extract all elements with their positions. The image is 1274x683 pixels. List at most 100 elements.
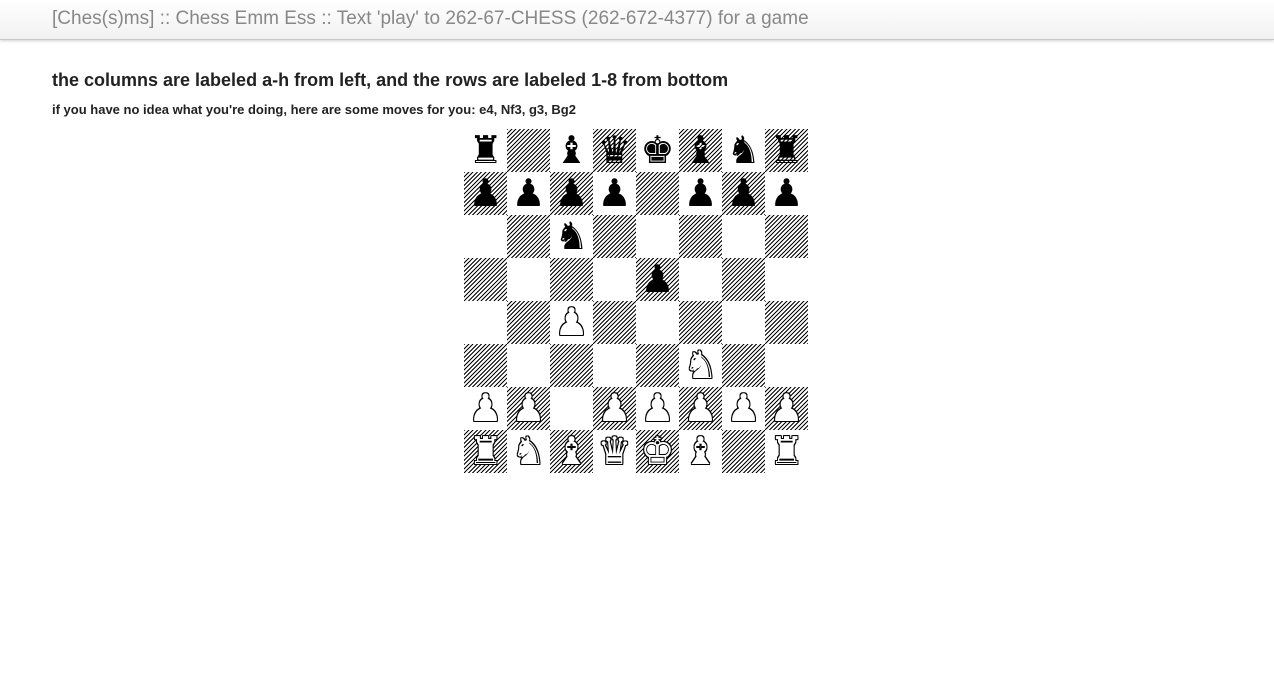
white-pawn-icon[interactable]: ♟ [593,387,636,430]
square-a8[interactable]: ♜ [464,129,507,172]
black-bishop-icon[interactable]: ♝ [679,129,722,172]
square-b4[interactable] [507,301,550,344]
square-g6[interactable] [722,215,765,258]
square-b1[interactable]: ♞ [507,430,550,473]
chess-board[interactable]: ♜ ♝ ♛ ♚ ♝ ♞ ♜ ♟ ♟ ♟ ♟ ♟ ♟ ♟ ♞ ♟ ♟ ♞ ♟ ♟ ♟ ♟ ♟ ♟ ♟ ♜ ♞ ♝ ♛ ♚ ♝ ♜ [464,129,808,473]
square-f1[interactable]: ♝ [679,430,722,473]
white-rook-icon[interactable]: ♜ [464,430,507,473]
white-knight-icon[interactable]: ♞ [679,344,722,387]
square-b8[interactable] [507,129,550,172]
white-bishop-icon[interactable]: ♝ [550,430,593,473]
white-bishop-icon[interactable]: ♝ [679,430,722,473]
square-f5[interactable] [679,258,722,301]
square-f3[interactable]: ♞ [679,344,722,387]
square-e8[interactable]: ♚ [636,129,679,172]
square-h8[interactable]: ♜ [765,129,808,172]
square-a6[interactable] [464,215,507,258]
square-c8[interactable]: ♝ [550,129,593,172]
square-a7[interactable]: ♟ [464,172,507,215]
white-king-icon[interactable]: ♚ [636,430,679,473]
black-pawn-icon[interactable]: ♟ [593,172,636,215]
square-b2[interactable]: ♟ [507,387,550,430]
square-e3[interactable] [636,344,679,387]
square-f4[interactable] [679,301,722,344]
square-e4[interactable] [636,301,679,344]
black-pawn-icon[interactable]: ♟ [636,258,679,301]
black-queen-icon[interactable]: ♛ [593,129,636,172]
square-g5[interactable] [722,258,765,301]
square-b6[interactable] [507,215,550,258]
black-pawn-icon[interactable]: ♟ [722,172,765,215]
square-h3[interactable] [765,344,808,387]
site-title[interactable]: [Ches(s)ms] :: Chess Emm Ess :: Text 'pl… [52,8,809,30]
white-pawn-icon[interactable]: ♟ [507,387,550,430]
square-c7[interactable]: ♟ [550,172,593,215]
black-rook-icon[interactable]: ♜ [765,129,808,172]
black-knight-icon[interactable]: ♞ [550,215,593,258]
white-pawn-icon[interactable]: ♟ [464,387,507,430]
black-knight-icon[interactable]: ♞ [722,129,765,172]
square-c5[interactable] [550,258,593,301]
square-b3[interactable] [507,344,550,387]
white-pawn-icon[interactable]: ♟ [765,387,808,430]
square-a2[interactable]: ♟ [464,387,507,430]
square-d3[interactable] [593,344,636,387]
square-c6[interactable]: ♞ [550,215,593,258]
square-d2[interactable]: ♟ [593,387,636,430]
square-f7[interactable]: ♟ [679,172,722,215]
square-e1[interactable]: ♚ [636,430,679,473]
square-e5[interactable]: ♟ [636,258,679,301]
black-bishop-icon[interactable]: ♝ [550,129,593,172]
square-d4[interactable] [593,301,636,344]
black-pawn-icon[interactable]: ♟ [679,172,722,215]
top-bar: [Ches(s)ms] :: Chess Emm Ess :: Text 'pl… [0,0,1274,40]
black-rook-icon[interactable]: ♜ [464,129,507,172]
square-d5[interactable] [593,258,636,301]
square-d1[interactable]: ♛ [593,430,636,473]
square-d6[interactable] [593,215,636,258]
white-pawn-icon[interactable]: ♟ [722,387,765,430]
square-c3[interactable] [550,344,593,387]
black-pawn-icon[interactable]: ♟ [765,172,808,215]
square-f6[interactable] [679,215,722,258]
square-e2[interactable]: ♟ [636,387,679,430]
white-pawn-icon[interactable]: ♟ [679,387,722,430]
square-a5[interactable] [464,258,507,301]
square-a4[interactable] [464,301,507,344]
square-g2[interactable]: ♟ [722,387,765,430]
white-rook-icon[interactable]: ♜ [765,430,808,473]
square-a3[interactable] [464,344,507,387]
square-c2[interactable] [550,387,593,430]
square-g8[interactable]: ♞ [722,129,765,172]
square-b5[interactable] [507,258,550,301]
square-g7[interactable]: ♟ [722,172,765,215]
square-h7[interactable]: ♟ [765,172,808,215]
black-pawn-icon[interactable]: ♟ [464,172,507,215]
square-h6[interactable] [765,215,808,258]
square-f2[interactable]: ♟ [679,387,722,430]
square-g3[interactable] [722,344,765,387]
white-queen-icon[interactable]: ♛ [593,430,636,473]
suggested-moves-hint: if you have no idea what you're doing, h… [52,102,576,117]
black-king-icon[interactable]: ♚ [636,129,679,172]
square-a1[interactable]: ♜ [464,430,507,473]
square-g1[interactable] [722,430,765,473]
square-d7[interactable]: ♟ [593,172,636,215]
square-d8[interactable]: ♛ [593,129,636,172]
square-c1[interactable]: ♝ [550,430,593,473]
square-e7[interactable] [636,172,679,215]
white-pawn-icon[interactable]: ♟ [550,301,593,344]
black-pawn-icon[interactable]: ♟ [507,172,550,215]
white-knight-icon[interactable]: ♞ [507,430,550,473]
square-e6[interactable] [636,215,679,258]
square-f8[interactable]: ♝ [679,129,722,172]
square-c4[interactable]: ♟ [550,301,593,344]
square-h4[interactable] [765,301,808,344]
square-h1[interactable]: ♜ [765,430,808,473]
square-h2[interactable]: ♟ [765,387,808,430]
square-h5[interactable] [765,258,808,301]
square-b7[interactable]: ♟ [507,172,550,215]
white-pawn-icon[interactable]: ♟ [636,387,679,430]
square-g4[interactable] [722,301,765,344]
black-pawn-icon[interactable]: ♟ [550,172,593,215]
